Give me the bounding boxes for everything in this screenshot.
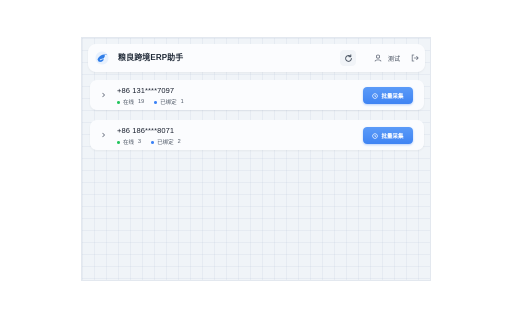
bird-logo-icon — [95, 51, 109, 65]
bound-stat: 已绑定 2 — [151, 138, 181, 146]
logout-button[interactable] — [409, 52, 421, 64]
account-phone: +86 186****8071 — [117, 126, 175, 135]
online-dot — [117, 140, 120, 144]
user-icon — [374, 54, 382, 62]
bound-count: 2 — [177, 139, 181, 145]
refresh-button[interactable] — [340, 50, 356, 66]
batch-collect-button[interactable]: 批量采集 — [363, 87, 413, 104]
bound-label: 已绑定 — [160, 100, 177, 106]
account-card[interactable]: +86 186****8071 在线 3 已绑定 2 批量采集 — [90, 120, 424, 150]
online-label: 在线 — [123, 100, 135, 106]
batch-collect-label: 批量采集 — [381, 133, 404, 140]
batch-collect-label: 批量采集 — [381, 93, 404, 100]
account-stats: 在线 3 已绑定 2 — [117, 138, 181, 146]
collect-icon — [372, 132, 379, 139]
header-bar: 粮良跨境ERP助手 测试 — [88, 44, 425, 72]
bound-count: 1 — [180, 99, 184, 105]
account-stats: 在线 19 已绑定 1 — [117, 98, 184, 106]
batch-collect-button[interactable]: 批量采集 — [363, 127, 413, 144]
chevron-right-icon[interactable] — [100, 131, 107, 139]
app-title: 粮良跨境ERP助手 — [118, 53, 184, 62]
online-stat: 在线 19 — [117, 98, 144, 106]
chevron-right-icon[interactable] — [100, 91, 107, 99]
refresh-icon — [344, 53, 353, 63]
bound-stat: 已绑定 1 — [154, 98, 184, 106]
online-count: 19 — [138, 99, 145, 105]
logout-icon — [411, 54, 419, 62]
online-label: 在线 — [123, 140, 135, 146]
online-stat: 在线 3 — [117, 138, 141, 146]
bound-dot — [151, 140, 155, 144]
bound-label: 已绑定 — [157, 140, 174, 146]
app-window: 粮良跨境ERP助手 测试 +86 131****7097 在线 19 已绑定 1… — [81, 37, 431, 281]
user-name: 测试 — [388, 56, 401, 63]
account-phone: +86 131****7097 — [117, 86, 175, 95]
collect-icon — [372, 92, 379, 99]
account-card[interactable]: +86 131****7097 在线 19 已绑定 1 批量采集 — [90, 80, 424, 110]
bound-dot — [154, 100, 158, 104]
online-count: 3 — [138, 139, 142, 145]
user-menu[interactable]: 测试 — [369, 50, 405, 66]
online-dot — [117, 100, 120, 104]
